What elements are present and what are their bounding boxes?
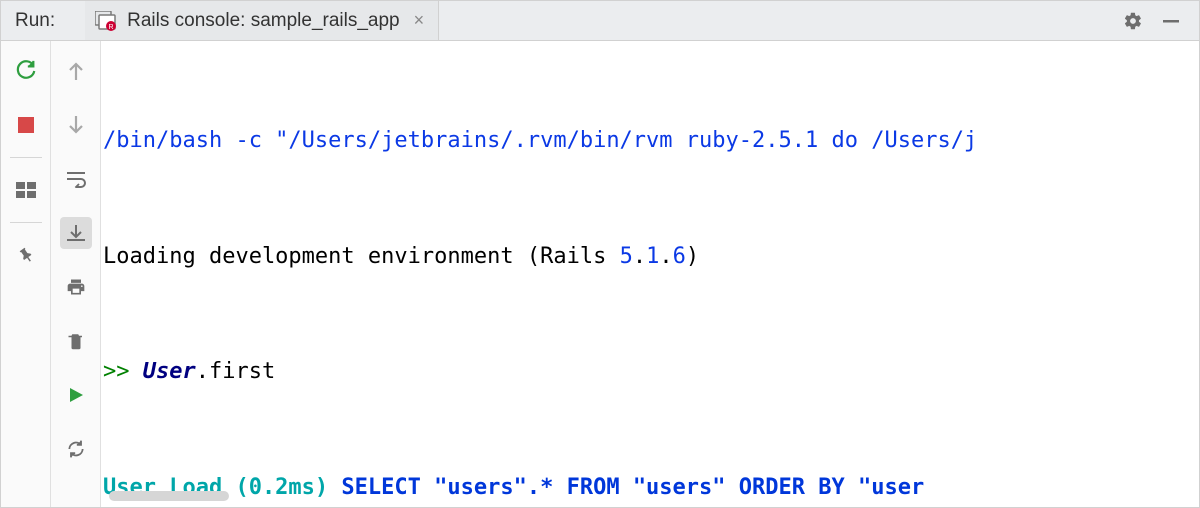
console-text: User xyxy=(143,359,196,384)
console-text: Loading development environment (Rails xyxy=(103,244,620,269)
run-gutter-right xyxy=(51,41,101,507)
prompt: >> xyxy=(103,359,143,384)
reload-button[interactable] xyxy=(60,433,92,465)
up-arrow-button[interactable] xyxy=(60,55,92,87)
layout-button[interactable] xyxy=(10,174,42,206)
tab-close-button[interactable]: × xyxy=(410,10,429,31)
gear-icon[interactable] xyxy=(1121,9,1145,33)
horizontal-scrollbar[interactable] xyxy=(109,491,229,501)
scroll-to-end-button[interactable] xyxy=(60,217,92,249)
run-label: Run: xyxy=(15,10,55,32)
console-text: 1 xyxy=(646,244,659,269)
console-text: 5 xyxy=(620,244,633,269)
print-button[interactable] xyxy=(60,271,92,303)
console-output[interactable]: /bin/bash -c "/Users/jetbrains/.rvm/bin/… xyxy=(101,41,1199,507)
run-toolwindow-header: Run: R Rails console: sample_rails_app × xyxy=(1,1,1199,41)
console-text: . xyxy=(633,244,646,269)
svg-text:R: R xyxy=(109,24,114,31)
console-text: .first xyxy=(196,359,275,384)
rails-console-icon: R xyxy=(95,11,117,31)
minimize-icon[interactable] xyxy=(1159,9,1183,33)
stop-button[interactable] xyxy=(10,109,42,141)
console-text: 6 xyxy=(673,244,686,269)
run-gutter-left xyxy=(1,41,51,507)
run-tab[interactable]: R Rails console: sample_rails_app × xyxy=(85,1,439,40)
pin-button[interactable] xyxy=(10,239,42,271)
run-button[interactable] xyxy=(60,379,92,411)
console-text: /bin/bash -c "/Users/jetbrains/.rvm/bin/… xyxy=(103,128,977,153)
console-text: . xyxy=(659,244,672,269)
console-text: ) xyxy=(686,244,699,269)
clear-all-button[interactable] xyxy=(60,325,92,357)
separator xyxy=(10,157,42,158)
rerun-button[interactable] xyxy=(10,55,42,87)
soft-wrap-button[interactable] xyxy=(60,163,92,195)
down-arrow-button[interactable] xyxy=(60,109,92,141)
tab-title: Rails console: sample_rails_app xyxy=(127,10,399,32)
separator xyxy=(10,222,42,223)
console-text: SELECT "users".* FROM "users" ORDER BY "… xyxy=(341,475,924,500)
